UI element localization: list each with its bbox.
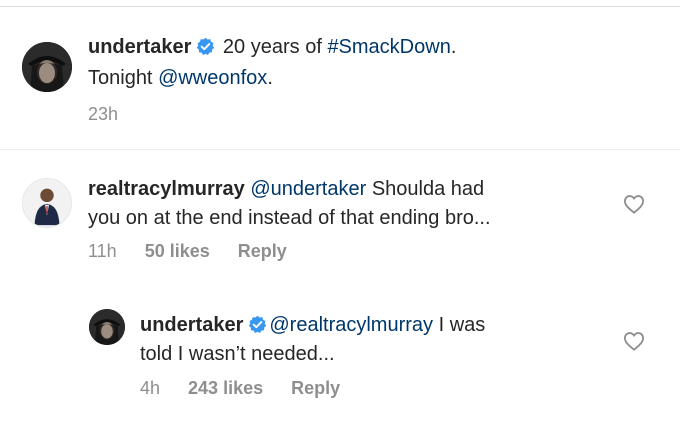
divider <box>0 6 680 7</box>
avatar[interactable] <box>89 309 125 345</box>
reply-body: undertaker @realtracylmurray I was told I… <box>140 311 620 369</box>
likes-count[interactable]: 243 likes <box>188 377 263 399</box>
reply-button[interactable]: Reply <box>238 240 287 262</box>
caption-end: . <box>267 67 273 89</box>
like-heart-icon[interactable] <box>623 194 645 214</box>
comment-meta: 11h 50 likes Reply <box>88 240 287 262</box>
comment-username[interactable]: undertaker <box>140 314 243 336</box>
comment-text: I was <box>433 314 486 336</box>
like-heart-icon[interactable] <box>623 331 645 351</box>
post-timestamp[interactable]: 23h <box>88 103 118 125</box>
caption-text-line2: Tonight <box>88 67 159 89</box>
comment-text: Shoulda had <box>366 178 485 200</box>
caption-punctuation: . <box>450 36 457 58</box>
verified-badge-icon <box>248 315 267 334</box>
avatar[interactable] <box>22 178 72 228</box>
post-meta: 23h <box>88 103 146 125</box>
comments-view: undertaker 20 years of #SmackDown. Tonig… <box>0 0 680 426</box>
likes-count[interactable]: 50 likes <box>145 240 210 262</box>
mention-link[interactable]: @undertaker <box>250 178 366 200</box>
comment-timestamp[interactable]: 4h <box>140 377 160 399</box>
hashtag-link[interactable]: #SmackDown <box>327 36 450 58</box>
comment-username[interactable]: realtracylmurray <box>88 178 245 200</box>
comment-text-line2: told I wasn’t needed... <box>140 343 335 365</box>
reply-button[interactable]: Reply <box>291 377 340 399</box>
mention-link[interactable]: @wweonfox <box>158 67 267 89</box>
post-username[interactable]: undertaker <box>88 36 191 58</box>
divider <box>0 149 680 150</box>
verified-badge-icon <box>196 37 215 56</box>
comment-timestamp[interactable]: 11h <box>88 240 117 262</box>
mention-link[interactable]: @realtracylmurray <box>269 314 433 336</box>
caption-text: 20 years of <box>217 36 328 58</box>
reply-meta: 4h 243 likes Reply <box>140 377 340 399</box>
comment-body: realtracylmurray @undertaker Shoulda had… <box>88 175 618 233</box>
post-caption: undertaker 20 years of #SmackDown. Tonig… <box>88 33 648 93</box>
avatar[interactable] <box>22 42 72 92</box>
comment-text-line2: you on at the end instead of that ending… <box>88 207 491 229</box>
